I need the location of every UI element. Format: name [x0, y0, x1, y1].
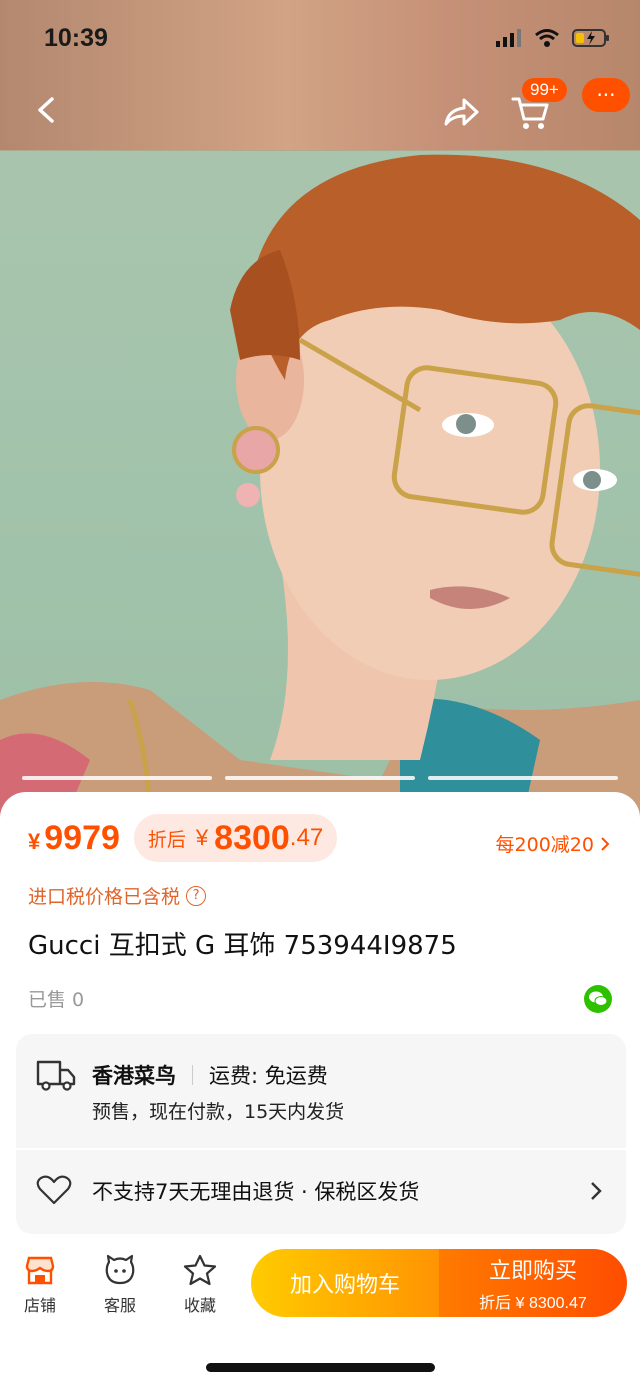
presale-note: 预售，现在付款，15天内发货	[92, 1101, 345, 1123]
wifi-icon	[535, 29, 559, 47]
back-icon	[38, 97, 54, 123]
gallery-indicator-1[interactable]	[22, 776, 212, 780]
after-discount-label: 折后	[147, 829, 186, 851]
question-icon: ?	[186, 885, 207, 906]
shipping-info: 香港菜鸟 运费: 免运费	[92, 1060, 328, 1090]
status-time: 10:39	[44, 24, 108, 52]
original-price: ¥9979	[28, 818, 120, 857]
tab-customer-service[interactable]: 客服	[90, 1254, 150, 1316]
battery-icon	[572, 29, 609, 47]
tab-favorite-label: 收藏	[183, 1296, 216, 1315]
chevron-right-icon[interactable]	[590, 1181, 602, 1201]
share-button[interactable]	[440, 92, 482, 132]
promo-text: 每200减20	[495, 834, 594, 856]
after-price-dec: .47	[289, 824, 324, 851]
more-icon: ···	[596, 83, 616, 107]
shipping-origin: 香港菜鸟	[92, 1064, 176, 1088]
discounted-price-pill: 折后 ¥ 8300 .47	[133, 814, 338, 862]
add-to-cart-button[interactable]: 加入购物车	[251, 1249, 439, 1317]
product-title: Gucci 互扣式 G 耳饰 753944I9875	[28, 931, 457, 961]
after-price-int: 8300	[214, 818, 290, 857]
product-page: 10:39 99+ ··· ¥ 9979 折后 ¥ 8300 .47 每200减…	[0, 0, 640, 1387]
shop-icon	[25, 1256, 55, 1285]
promo-link[interactable]: 每200减20	[496, 830, 610, 857]
cart-badge: 99+	[522, 78, 567, 102]
divider	[192, 1065, 193, 1085]
buy-now-label: 立即购买	[488, 1259, 577, 1284]
service-divider	[16, 1148, 626, 1150]
shipping-fee: 运费: 免运费	[209, 1064, 328, 1088]
back-button[interactable]	[28, 92, 64, 128]
sold-count: 已售 0	[28, 989, 85, 1011]
buy-now-button[interactable]: 立即购买 折后 ¥ 8300.47	[439, 1249, 627, 1317]
truck-icon	[36, 1060, 76, 1091]
more-button[interactable]: ···	[582, 78, 630, 112]
chevron-right-icon	[601, 836, 610, 851]
price-row: ¥9979 折后 ¥ 8300 .47	[28, 814, 338, 862]
tab-favorite[interactable]: 收藏	[170, 1254, 230, 1316]
buy-now-price: 折后 ¥ 8300.47	[479, 1295, 587, 1312]
tax-note[interactable]: 进口税价格已含税 ?	[28, 882, 207, 909]
home-indicator[interactable]	[206, 1363, 435, 1372]
star-icon	[183, 1254, 217, 1286]
tab-service-label: 客服	[103, 1296, 136, 1315]
signal-icon	[496, 29, 521, 47]
gallery-indicator-2[interactable]	[225, 776, 415, 780]
heart-icon	[36, 1175, 72, 1205]
status-bar: 10:39	[0, 0, 640, 80]
add-to-cart-label: 加入购物车	[289, 1273, 400, 1298]
tab-shop[interactable]: 店铺	[10, 1254, 70, 1316]
tab-shop-label: 店铺	[23, 1296, 56, 1315]
gallery-indicator-3[interactable]	[428, 776, 618, 780]
wechat-share-button[interactable]	[584, 985, 612, 1013]
return-policy[interactable]: 不支持7天无理由退货 · 保税区发货	[92, 1176, 419, 1206]
status-icons	[496, 28, 610, 48]
customer-service-icon	[105, 1254, 135, 1285]
share-icon	[444, 98, 479, 126]
wechat-icon	[589, 991, 608, 1006]
